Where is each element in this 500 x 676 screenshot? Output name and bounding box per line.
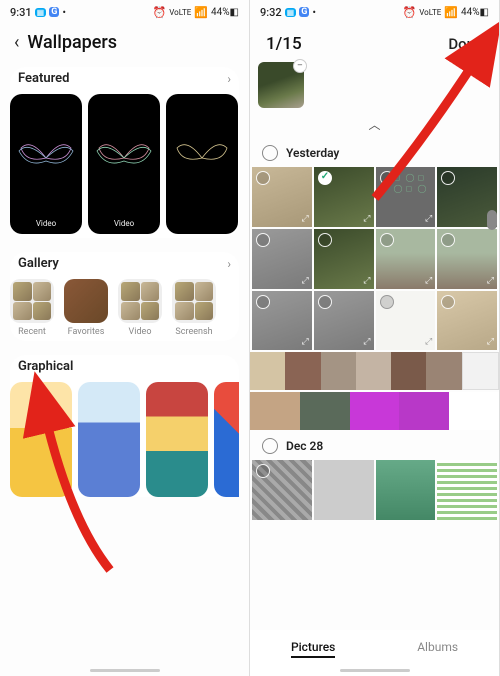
signal-icon: 📶 [444, 6, 458, 19]
select-all-circle[interactable] [262, 438, 278, 454]
more-icon: • [62, 6, 66, 19]
featured-header[interactable]: Featured › [10, 67, 239, 94]
graphical-wallpaper[interactable] [10, 382, 72, 497]
battery: 44%◧ [211, 7, 239, 18]
nav-handle[interactable] [90, 669, 160, 672]
signal-icon: 📶 [194, 6, 208, 19]
back-icon[interactable]: ‹ [14, 32, 19, 53]
google-icon: G [49, 7, 59, 17]
battery: 44%◧ [461, 7, 489, 18]
alarm-icon: ⏰ [153, 6, 167, 19]
google-icon: G [299, 7, 309, 17]
alarm-icon: ⏰ [403, 6, 417, 19]
vpn-icon: VoLTE [169, 8, 191, 17]
photo-cell[interactable]: ⤢ [437, 291, 497, 351]
graphical-section: Graphical [10, 355, 239, 497]
photo-cell[interactable]: ⤢ [314, 167, 374, 227]
done-button[interactable]: Done [448, 35, 483, 53]
gallery-video[interactable]: Video [118, 279, 162, 337]
tab-pictures[interactable]: Pictures [291, 640, 335, 658]
graphical-wallpaper[interactable] [214, 382, 239, 497]
photo-cell[interactable]: ⤢ [314, 229, 374, 289]
gallery-favorites[interactable]: Favorites [64, 279, 108, 337]
chevron-right-icon: › [227, 257, 231, 271]
gallery-header[interactable]: Gallery › [10, 252, 239, 279]
photo-grid: ⤢ ⤢ ◻◯◻◯◻◯⤢ ⤢ ⤢ ⤢ ⤢ ⤢ ⤢ ⤢ ⤢ ⤢ [250, 167, 499, 350]
date-header[interactable]: Dec 28 [250, 430, 499, 460]
vpn-icon: VoLTE [419, 8, 441, 17]
clock: 9:31 [10, 6, 32, 19]
photo-cell[interactable] [314, 460, 374, 520]
photo-row-pixelated [250, 392, 499, 430]
selection-counter: 1/15 [266, 34, 302, 54]
picker-screen: 9:32 ▦ G • ⏰ VoLTE 📶 44%◧ 1/15 Done – ︿ … [250, 0, 500, 676]
status-bar: 9:32 ▦ G • ⏰ VoLTE 📶 44%◧ [250, 0, 499, 22]
photo-cell[interactable]: ⤢ [252, 229, 312, 289]
photo-cell[interactable] [437, 460, 497, 520]
tab-albums[interactable]: Albums [417, 640, 458, 658]
status-bar: 9:31 ▦ G • ⏰ VoLTE 📶 44%◧ [0, 0, 249, 22]
chevron-right-icon: › [227, 72, 231, 86]
page-title: Wallpapers [27, 32, 117, 53]
select-all-circle[interactable] [262, 145, 278, 161]
featured-wallpaper[interactable]: Video [88, 94, 160, 234]
nav-handle[interactable] [340, 669, 410, 672]
photo-cell[interactable]: ◻◯◻◯◻◯⤢ [376, 167, 436, 227]
gallery-notif-icon: ▦ [285, 8, 297, 17]
featured-wallpaper[interactable]: Video [10, 94, 82, 234]
selected-thumb[interactable]: – [258, 62, 304, 108]
clock: 9:32 [260, 6, 282, 19]
wallpapers-screen: 9:31 ▦ G • ⏰ VoLTE 📶 44%◧ ‹ Wallpapers F… [0, 0, 250, 676]
gallery-recent[interactable]: Recent [10, 279, 54, 337]
selected-strip: – [250, 62, 499, 112]
photo-cell[interactable]: ⤢ [376, 291, 436, 351]
photo-cell[interactable]: ⤢ [252, 167, 312, 227]
featured-section: Featured › Video Video [10, 67, 239, 238]
gallery-section: Gallery › Recent Favorites Video Screens… [10, 252, 239, 341]
photo-row-pixelated [250, 352, 499, 390]
date-header[interactable]: Yesterday [250, 137, 499, 167]
photo-cell[interactable]: ⤢ [252, 291, 312, 351]
photo-cell[interactable] [252, 460, 312, 520]
graphical-wallpaper[interactable] [146, 382, 208, 497]
photo-cell[interactable]: ⤢ [314, 291, 374, 351]
remove-icon[interactable]: – [293, 59, 307, 73]
gallery-notif-icon: ▦ [35, 8, 47, 17]
photo-cell[interactable]: ⤢ [437, 229, 497, 289]
collapse-toggle[interactable]: ︿ [250, 112, 499, 137]
header: ‹ Wallpapers [0, 22, 249, 67]
photo-cell[interactable]: ⤢ [376, 229, 436, 289]
photo-cell[interactable] [376, 460, 436, 520]
graphical-header[interactable]: Graphical [10, 355, 239, 382]
scroll-thumb[interactable] [487, 210, 497, 230]
more-icon: • [312, 6, 316, 19]
featured-wallpaper[interactable] [166, 94, 238, 234]
gallery-screenshots[interactable]: Screensh [172, 279, 216, 337]
graphical-wallpaper[interactable] [78, 382, 140, 497]
